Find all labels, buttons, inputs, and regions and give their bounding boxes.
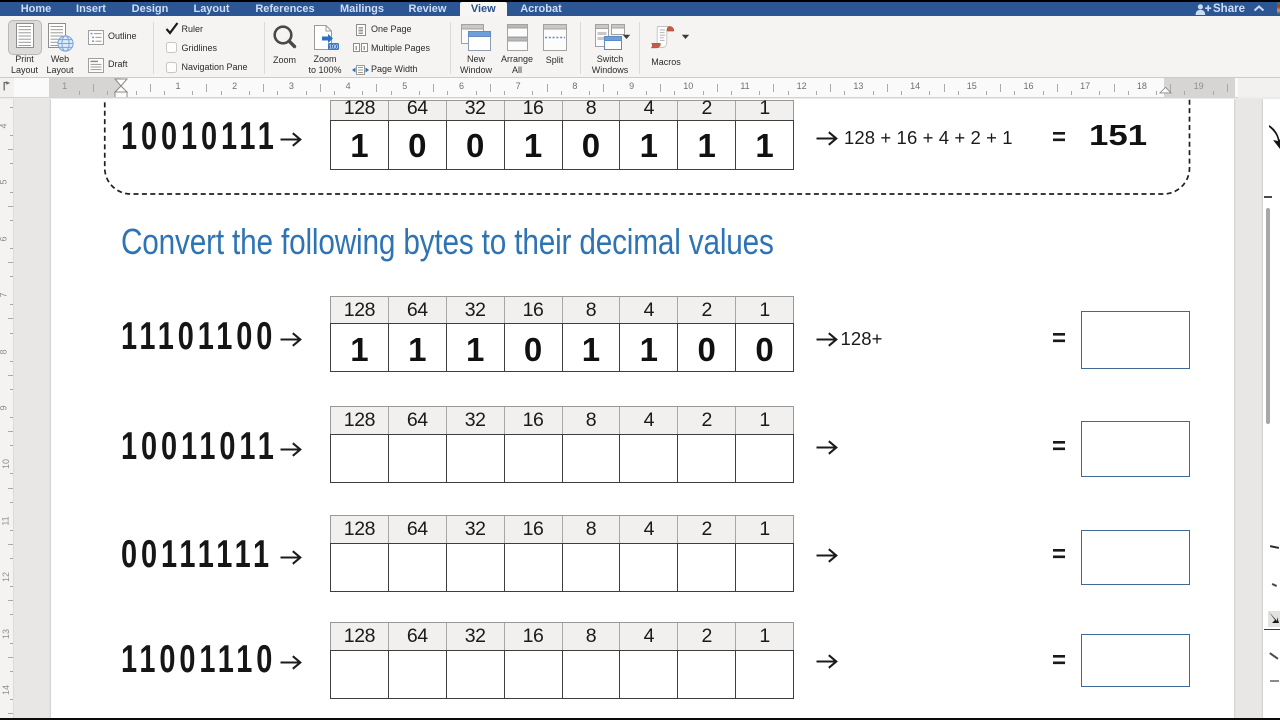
svg-text:100: 100 [328,45,337,50]
